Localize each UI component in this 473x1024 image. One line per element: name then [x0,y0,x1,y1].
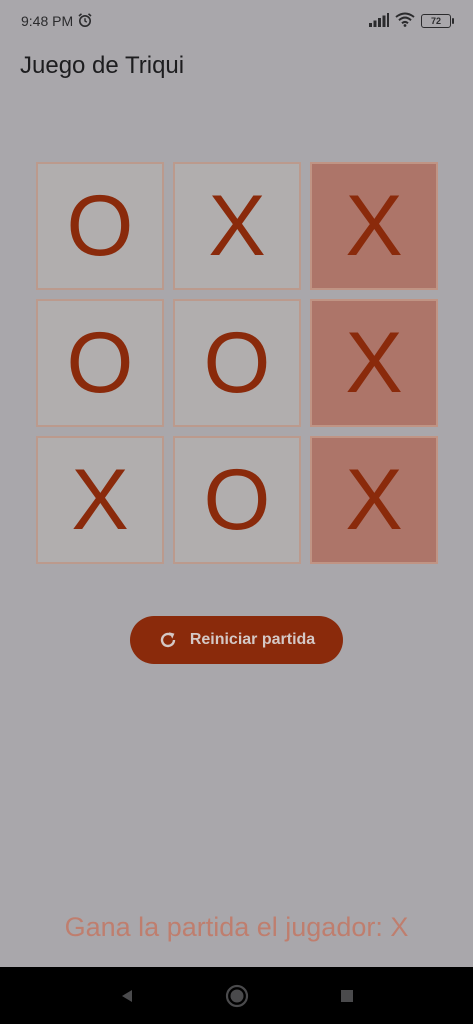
reset-button-label: Reiniciar partida [189,631,316,648]
board-cell-8[interactable]: X [310,436,438,564]
board-cell-4[interactable]: O [173,299,301,427]
board-cell-0[interactable]: O [36,162,164,290]
board-cell-1[interactable]: X [173,162,301,290]
board-cell-6[interactable]: X [36,436,164,564]
home-circle-icon[interactable] [182,984,292,1008]
board-cell-2[interactable]: X [310,162,438,290]
back-triangle-icon[interactable] [72,988,182,1004]
board-cell-7[interactable]: O [173,436,301,564]
status-right: 72 [369,12,454,30]
navigation-bar [0,967,473,1024]
alarm-clock-icon [77,12,93,31]
page-title: Juego de Triqui [20,52,185,79]
recents-square-icon[interactable] [292,988,402,1004]
signal-icon [369,12,389,30]
board-cell-3[interactable]: O [36,299,164,427]
game-board: OXXOOXXOX [36,162,438,564]
refresh-icon [158,630,178,650]
result-message: Gana la partida el jugador: X [64,912,409,942]
status-bar: 9:48 PM 72 [0,0,473,42]
status-left: 9:48 PM [21,12,93,31]
status-time: 9:48 PM [21,13,74,29]
board-cell-5[interactable]: X [310,299,438,427]
battery-level: 72 [430,16,441,26]
wifi-icon [395,12,415,30]
reset-game-button[interactable]: Reiniciar partida [130,616,343,664]
battery-icon: 72 [421,14,454,28]
